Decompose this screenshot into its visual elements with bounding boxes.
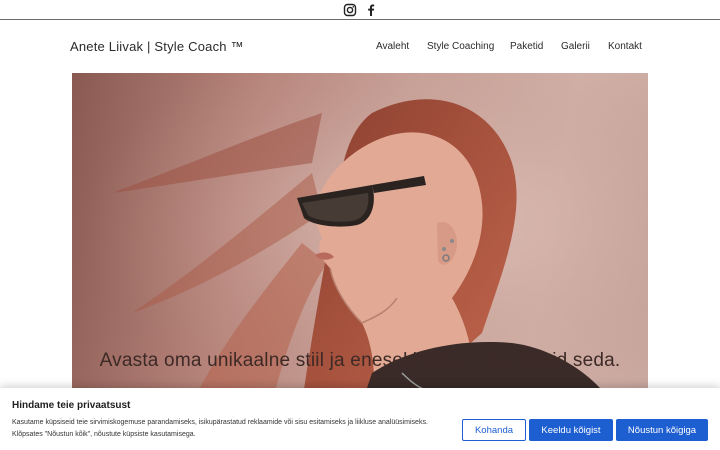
cookie-consent-banner: Hindame teie privaatsust Kasutame küpsis… [0,388,720,450]
accept-all-button[interactable]: Nõustun kõigiga [616,419,708,441]
cookie-description: Kasutame küpsiseid teie sirvimiskogemuse… [12,419,428,438]
nav-avaleht[interactable]: Avaleht [376,41,409,52]
customize-button[interactable]: Kohanda [462,419,526,441]
hero-banner: Avasta oma unikaalne stiil ja enesekindl… [72,73,648,403]
cookie-title: Hindame teie privaatsust [12,400,131,411]
reject-all-button[interactable]: Keeldu kõigist [529,419,613,441]
social-top-bar [0,0,720,20]
instagram-icon[interactable] [343,3,357,17]
facebook-icon[interactable] [364,3,378,17]
nav-paketid[interactable]: Paketid [510,41,543,52]
site-brand[interactable]: Anete Liivak | Style Coach ™ [70,39,244,54]
nav-kontakt[interactable]: Kontakt [608,41,642,52]
nav-galerii[interactable]: Galerii [561,41,590,52]
hero-tagline: Avasta oma unikaalne stiil ja enesekindl… [99,350,621,371]
nav-style-coaching[interactable]: Style Coaching [427,41,494,52]
